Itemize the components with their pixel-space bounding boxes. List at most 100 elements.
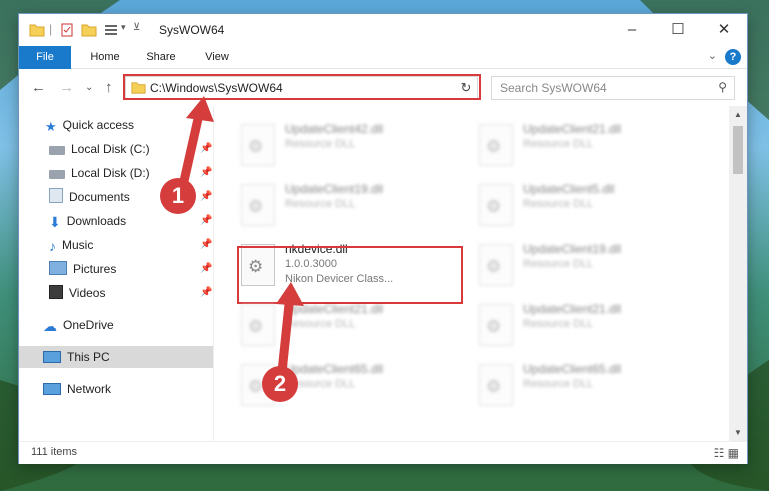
close-button[interactable]: ✕	[701, 14, 747, 46]
sidebar-item-label: Pictures	[73, 262, 117, 276]
gear-icon: ⚙	[486, 137, 502, 156]
sidebar-item-this-pc[interactable]: This PC	[19, 346, 213, 368]
gear-icon: ⚙	[248, 197, 264, 216]
sidebar-item-local-disk-d[interactable]: Local Disk (D:)	[49, 162, 150, 184]
file-type: Resource DLL	[523, 318, 594, 330]
scroll-up-icon[interactable]: ▲	[734, 110, 742, 119]
pin-icon[interactable]: 📌	[200, 215, 212, 226]
step-marker-2: 2	[262, 366, 298, 402]
file-name: UpdateClient21.dll	[523, 122, 622, 136]
status-bar: 111 items ☷ ▦	[19, 441, 747, 464]
pin-icon[interactable]: 📌	[200, 167, 212, 178]
tab-share[interactable]: Share	[137, 46, 185, 68]
file-item[interactable]: ⚙ UpdateClient19.dll Resource DLL	[473, 236, 683, 286]
up-button[interactable]: ↑	[105, 79, 113, 96]
maximize-button[interactable]: ☐	[655, 14, 701, 46]
file-name: UpdateClient42.dll	[285, 122, 384, 136]
dll-file-icon: ⚙	[241, 304, 275, 346]
cloud-icon: ☁	[43, 318, 57, 334]
network-icon	[43, 383, 61, 395]
back-button[interactable]: ←	[31, 79, 46, 96]
sidebar-item-label: Downloads	[66, 214, 127, 228]
minimize-button[interactable]: –	[609, 14, 655, 46]
computer-icon	[43, 351, 61, 363]
search-icon[interactable]: ⚲	[718, 80, 727, 94]
sidebar-item-local-disk-c[interactable]: Local Disk (C:)	[49, 138, 150, 160]
gear-icon: ⚙	[248, 137, 264, 156]
drive-icon	[49, 146, 65, 155]
new-folder-icon[interactable]	[81, 22, 97, 38]
file-name: UpdateClient21.dll	[285, 302, 384, 316]
address-highlight-box	[123, 74, 481, 100]
dll-file-icon: ⚙	[241, 124, 275, 166]
tab-home[interactable]: Home	[81, 46, 129, 68]
drive-icon	[49, 170, 65, 179]
file-type: Resource DLL	[523, 378, 594, 390]
sidebar-item-label: Local Disk (C:)	[71, 142, 150, 156]
scrollbar-thumb[interactable]	[733, 126, 743, 174]
file-type: Resource DLL	[523, 138, 594, 150]
file-name: UpdateClient65.dll	[523, 362, 622, 376]
expand-ribbon-icon[interactable]: ⌄	[708, 49, 717, 62]
step-marker-1: 1	[160, 178, 196, 214]
sidebar-item-label: Videos	[69, 286, 106, 300]
videos-icon	[49, 285, 63, 299]
file-type: Resource DLL	[523, 258, 594, 270]
window-title: SysWOW64	[159, 23, 225, 37]
forward-button[interactable]: →	[59, 79, 74, 96]
file-type: Resource DLL	[285, 318, 356, 330]
documents-icon	[49, 188, 63, 203]
file-name: UpdateClient19.dll	[285, 182, 384, 196]
sidebar-item-videos[interactable]: Videos	[49, 282, 105, 304]
sidebar-item-label: Network	[67, 382, 112, 396]
file-name: UpdateClient65.dll	[285, 362, 384, 376]
title-bar: | ▾ ⊻ SysWOW64 – ☐ ✕	[19, 14, 747, 46]
vertical-scrollbar[interactable]: ▲ ▼	[729, 106, 747, 441]
sidebar-item-label: Documents	[69, 190, 130, 204]
gear-icon: ⚙	[486, 197, 502, 216]
file-name: UpdateClient19.dll	[523, 242, 622, 256]
recent-locations-button[interactable]: ⌄	[85, 82, 93, 93]
file-type: Resource DLL	[285, 138, 356, 150]
customize-dropdown-icon[interactable]: ▾	[121, 22, 126, 38]
explorer-window: | ▾ ⊻ SysWOW64 – ☐ ✕ File Home Share Vie…	[19, 14, 747, 464]
quick-access-dropdown-icon[interactable]: ⊻	[133, 22, 140, 38]
sidebar-item-label: Local Disk (D:)	[71, 166, 150, 180]
pin-icon[interactable]: 📌	[200, 191, 212, 202]
navigation-bar: ← → ⌄ ↑ C:\Windows\SysWOW64 ⌄ ↻ Search S…	[19, 69, 747, 105]
pin-icon[interactable]: 📌	[200, 143, 212, 154]
dll-file-icon: ⚙	[479, 244, 513, 286]
properties-icon[interactable]	[59, 22, 75, 38]
file-name: UpdateClient21.dll	[523, 302, 622, 316]
sidebar-item-documents[interactable]: Documents	[49, 186, 130, 208]
file-item[interactable]: ⚙ UpdateClient65.dll Resource DLL	[473, 356, 683, 406]
sidebar-item-onedrive[interactable]: ☁ OneDrive	[43, 314, 114, 336]
file-item[interactable]: ⚙ UpdateClient42.dll Resource DLL	[235, 116, 445, 166]
search-box[interactable]: Search SysWOW64 ⚲	[491, 76, 735, 100]
sidebar-item-network[interactable]: Network	[43, 378, 111, 400]
file-name: UpdateClient5.dll	[523, 182, 615, 196]
folder-icon	[29, 24, 45, 37]
file-item[interactable]: ⚙ UpdateClient21.dll Resource DLL	[473, 116, 683, 166]
sidebar-item-pictures[interactable]: Pictures	[49, 258, 116, 280]
sidebar-item-music[interactable]: ♪ Music	[49, 234, 93, 256]
dll-file-icon: ⚙	[479, 304, 513, 346]
pin-icon[interactable]: 📌	[200, 239, 212, 250]
help-icon[interactable]: ?	[725, 49, 741, 65]
view-toggle-icons[interactable]: ☷ ▦	[714, 446, 739, 460]
sidebar-item-downloads[interactable]: ⬇ Downloads	[49, 210, 126, 232]
gear-icon: ⚙	[486, 257, 502, 276]
file-item[interactable]: ⚙ UpdateClient19.dll Resource DLL	[235, 176, 445, 226]
search-input[interactable]: Search SysWOW64	[500, 81, 607, 95]
sidebar-item-quick-access[interactable]: ★ Quick access	[45, 114, 134, 136]
file-item[interactable]: ⚙ UpdateClient21.dll Resource DLL	[473, 296, 683, 346]
sidebar-item-label: This PC	[67, 350, 110, 364]
gear-icon: ⚙	[248, 377, 264, 396]
file-item[interactable]: ⚙ UpdateClient21.dll Resource DLL	[235, 296, 445, 346]
pin-icon[interactable]: 📌	[200, 287, 212, 298]
file-item[interactable]: ⚙ UpdateClient5.dll Resource DLL	[473, 176, 683, 226]
scroll-down-icon[interactable]: ▼	[734, 428, 742, 437]
tab-view[interactable]: View	[195, 46, 239, 68]
customize-icon[interactable]	[103, 22, 119, 38]
pin-icon[interactable]: 📌	[200, 263, 212, 274]
